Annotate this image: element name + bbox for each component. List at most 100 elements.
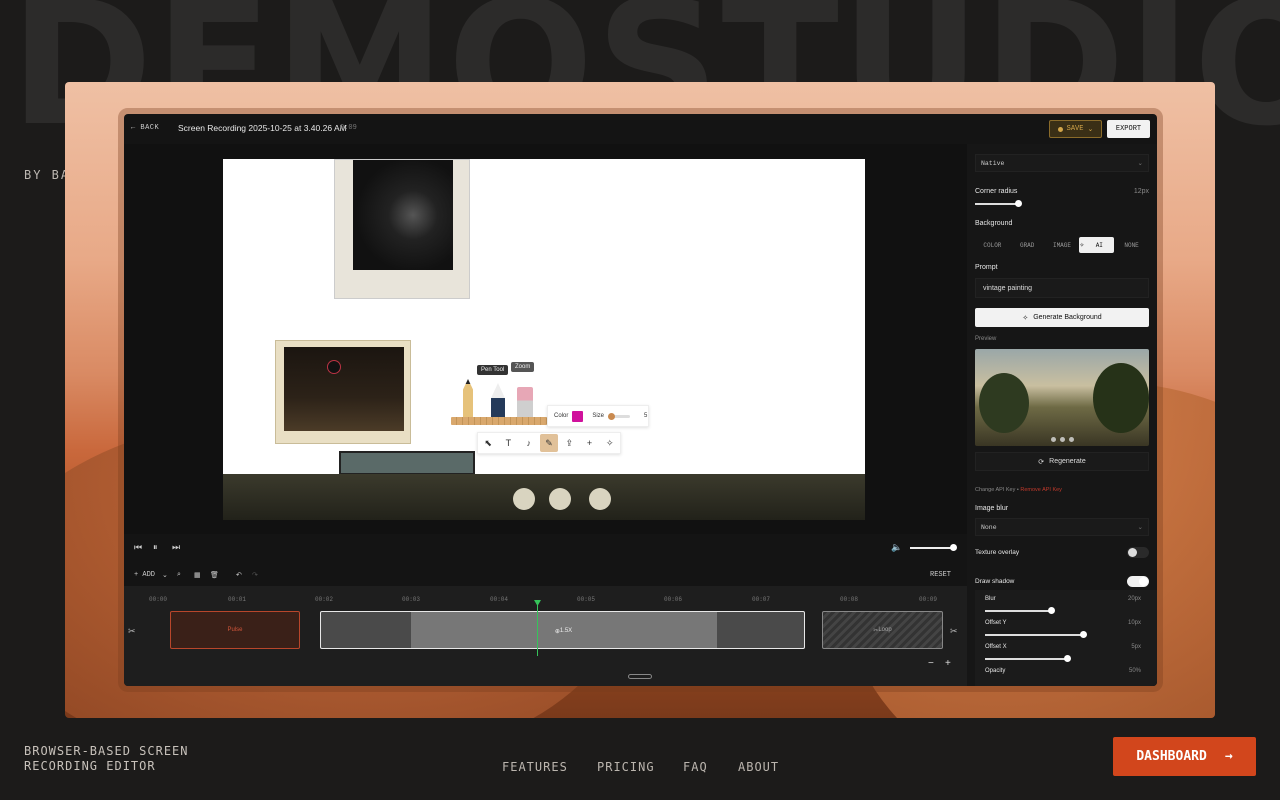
nav-features[interactable]: FEATURES [502,760,568,774]
export-button[interactable]: EXPORT [1107,120,1150,138]
color-label: Color [554,413,569,419]
upload-icon[interactable]: ⇪ [560,434,578,452]
trash-icon[interactable]: 🗑 [210,571,219,580]
image-blur-label: Image blur [975,505,1009,512]
zoom-clip-label: ⊕ 1.5X [554,628,573,635]
pen-icon[interactable]: ✎ [539,434,558,452]
tick-label: 00:02 [315,596,334,603]
volume-knob[interactable] [950,544,957,551]
corner-radius-knob[interactable] [1015,200,1022,207]
mic-icon[interactable]: ♪ [520,434,538,452]
undo-icon[interactable]: ↶ [236,571,242,580]
format-select[interactable]: Native ⌄ [975,154,1149,172]
color-swatch[interactable] [572,410,584,422]
offset-x-knob[interactable] [1064,655,1071,662]
pulse-clip[interactable]: Pulse [170,611,300,649]
chevron-down-icon: ⌄ [1087,125,1094,134]
video-preview[interactable]: Pen Tool Zoom Color Size 5 ⬉ T ♪ ✎ ⇪ + ✧ [223,159,865,520]
plus-icon[interactable]: + [581,434,599,452]
tagline-line-1: BROWSER-BASED SCREEN [24,744,189,758]
offset-y-label: Offset Y [985,620,1007,626]
settings-sidebar: Native ⌄ Corner radius 12px Background CO… [967,144,1157,686]
change-api-key-link[interactable]: Change API Key • [975,487,1019,493]
tab-image[interactable]: IMAGE [1045,237,1080,253]
artwork-eclipse [275,340,411,444]
blur-knob[interactable] [1048,607,1055,614]
draw-shadow-toggle[interactable] [1127,576,1149,587]
size-value: 5 [644,413,648,419]
playhead[interactable] [537,601,538,656]
sparkle-icon: ✧ [1022,314,1029,322]
eraser-icon[interactable] [517,387,533,421]
background-label: Background [975,220,1013,227]
save-label: SAVE [1066,125,1084,133]
regenerate-button[interactable]: ⟳ Regenerate [975,452,1149,471]
tick-label: 00:06 [664,596,683,603]
tagline-line-2: RECORDING EDITOR [24,759,156,773]
blur-label: Blur [985,596,996,602]
blur-slider[interactable] [985,610,1051,612]
size-slider[interactable] [608,412,631,420]
dashboard-button[interactable]: DASHBOARD → [1113,737,1256,776]
image-blur-select[interactable]: None ⌄ [975,518,1149,536]
corner-radius-slider[interactable] [975,203,1020,205]
offset-y-value: 10px [1127,620,1141,626]
offset-y-slider[interactable] [985,634,1083,636]
texture-overlay-toggle[interactable] [1127,547,1149,558]
corner-radius-value: 12px [1133,188,1149,195]
texture-overlay-label: Texture overlay [975,549,1020,556]
scissors-icon[interactable]: ✂ [128,626,136,637]
pause-icon[interactable]: ⏸ [153,542,158,553]
tick-label: 00:05 [577,596,596,603]
nav-about[interactable]: ABOUT [738,760,779,774]
drawing-tools-tray [451,379,547,427]
skip-forward-icon[interactable]: ⏭ [172,542,180,553]
nav-pricing[interactable]: PRICING [597,760,655,774]
loop-clip[interactable]: ✂ Loop [822,611,943,649]
tab-none[interactable]: NONE [1114,237,1149,253]
offset-x-label: Offset X [985,644,1007,650]
scissors-icon[interactable]: ✂ [950,626,958,637]
select-icon[interactable]: ⬉ [479,434,497,452]
pencil-icon[interactable] [463,379,473,421]
volume-icon[interactable]: 🔈 [891,542,902,553]
remove-api-key-link[interactable]: Remove API Key [1020,487,1062,493]
reset-button[interactable]: RESET [930,571,951,579]
tab-ai[interactable]: ✧ AI [1079,237,1115,253]
zoom-clip[interactable]: ⊕ 1.5X [320,611,805,649]
pen-tool-tooltip: Pen Tool [477,365,509,375]
chevron-down-icon[interactable]: ⌄ [162,571,168,580]
tab-grad[interactable]: GRAD [1010,237,1045,253]
search-icon[interactable]: ⌕ [177,571,181,579]
save-button[interactable]: SAVE ⌄ [1049,120,1102,138]
artwork-bridge [223,474,865,520]
timeline[interactable]: 00:00 00:01 00:02 00:03 00:04 00:05 00:0… [124,586,967,686]
tab-color[interactable]: COLOR [975,237,1010,253]
size-label: Size [592,413,605,419]
nav-faq[interactable]: FAQ [683,760,708,774]
prompt-input[interactable]: vintage painting [975,278,1149,298]
status-dot-icon [1057,126,1063,132]
add-button[interactable]: + ADD [134,571,155,579]
recording-duration: 0:09 [340,124,357,132]
fountain-pen-icon[interactable] [491,383,505,421]
redo-icon[interactable]: ↷ [252,571,258,580]
artwork-fragment [339,451,475,475]
back-button[interactable]: ← BACK [131,124,159,132]
skip-back-icon[interactable]: ⏮ [134,542,142,553]
text-icon[interactable]: T [499,434,517,452]
tick-label: 00:08 [840,596,859,603]
api-key-row: Change API Key • Remove API Key [975,487,1062,493]
grid-icon[interactable]: ▦ [194,571,201,580]
sparkle-icon[interactable]: ✧ [601,434,619,452]
background-preview-image [975,349,1149,446]
minus-icon[interactable]: − [928,658,934,669]
timeline-zoom-controls: − + [928,658,951,669]
offset-x-slider[interactable] [985,658,1067,660]
resize-handle[interactable] [628,674,652,679]
refresh-icon: ⟳ [1038,458,1045,466]
offset-y-knob[interactable] [1080,631,1087,638]
recording-title: Screen Recording 2025-10-25 at 3.40.26 A… [178,123,347,133]
plus-icon[interactable]: + [945,658,951,669]
generate-background-button[interactable]: ✧ Generate Background [975,308,1149,327]
